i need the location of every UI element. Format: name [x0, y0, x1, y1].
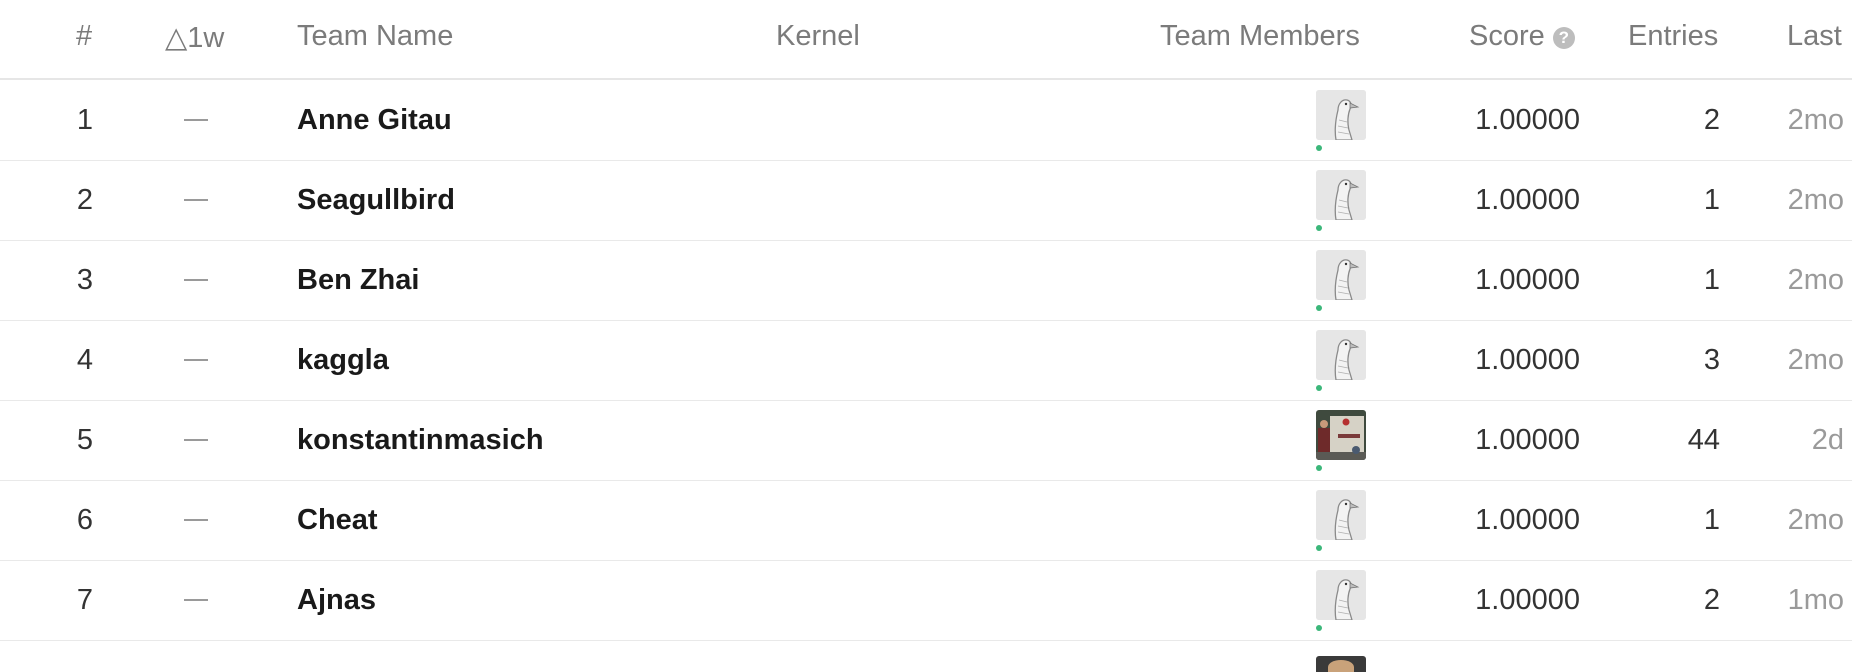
no-change-dash: [184, 279, 208, 281]
online-status-icon: [1316, 225, 1322, 231]
entries-cell: 1: [1703, 184, 1720, 216]
goose-avatar[interactable]: [1316, 250, 1366, 300]
goose-avatar[interactable]: [1316, 330, 1366, 380]
last-submission-cell: 2mo: [1787, 344, 1844, 376]
team-name-link[interactable]: Anne Gitau: [297, 80, 452, 160]
team-members-cell: [1316, 560, 1366, 640]
team-members-column-header[interactable]: Team Members: [1160, 20, 1360, 53]
team-members-cell: [1316, 480, 1366, 560]
online-status-icon: [1316, 465, 1322, 471]
table-row[interactable]: 6 Cheat 1.00000 1 2mo: [0, 480, 1852, 561]
online-status-icon: [1316, 145, 1322, 151]
team-members-cell: [1316, 320, 1366, 400]
table-row[interactable]: 3 Ben Zhai 1.00000 1 2mo: [0, 240, 1852, 321]
team-name-link[interactable]: Ajnas: [297, 560, 376, 640]
entries-cell: 2: [1703, 104, 1720, 136]
online-status-icon: [1316, 385, 1322, 391]
table-row[interactable]: 4 kaggla 1.00000 3 2mo: [0, 320, 1852, 401]
no-change-dash: [184, 599, 208, 601]
rank-cell: 7: [76, 584, 94, 616]
kernel-column-header[interactable]: Kernel: [776, 20, 860, 53]
delta-cell: [180, 560, 212, 640]
entries-column-header[interactable]: Entries: [1628, 20, 1718, 53]
team-name-link[interactable]: kaggla: [297, 320, 389, 400]
table-row[interactable]: 2 Seagullbird 1.00000 1 2mo: [0, 160, 1852, 241]
help-icon[interactable]: ?: [1552, 27, 1575, 49]
score-cell: 1.00000: [1475, 504, 1580, 536]
rank-column-header[interactable]: #: [76, 20, 92, 53]
score-cell: 1.00000: [1475, 584, 1580, 616]
team-name-link[interactable]: Ben Zhai: [297, 240, 419, 320]
last-submission-cell: 2mo: [1787, 184, 1844, 216]
goose-avatar[interactable]: [1316, 170, 1366, 220]
delta-cell: [180, 240, 212, 320]
team-name-link[interactable]: Seagullbird: [297, 160, 455, 240]
goose-avatar[interactable]: [1316, 90, 1366, 140]
last-submission-cell: 2mo: [1787, 104, 1844, 136]
leaderboard: # △1w Team Name Kernel Team Members Scor…: [0, 0, 1852, 672]
team-name-column-header[interactable]: Team Name: [297, 20, 453, 53]
online-status-icon: [1316, 305, 1322, 311]
partial-avatar: [1316, 656, 1366, 672]
score-cell: 1.00000: [1475, 184, 1580, 216]
score-cell: 1.00000: [1475, 344, 1580, 376]
no-change-dash: [184, 439, 208, 441]
delta-column-header[interactable]: △1w: [165, 20, 224, 55]
no-change-dash: [184, 199, 208, 201]
delta-cell: [180, 160, 212, 240]
score-cell: 1.00000: [1475, 424, 1580, 456]
last-submission-cell: 1mo: [1787, 584, 1844, 616]
no-change-dash: [184, 359, 208, 361]
rank-cell: 2: [76, 184, 94, 216]
team-members-cell: [1316, 400, 1366, 480]
entries-cell: 44: [1687, 424, 1720, 456]
rank-cell: 5: [76, 424, 94, 456]
team-name-link[interactable]: konstantinmasich: [297, 400, 544, 480]
delta-cell: [180, 80, 212, 160]
online-status-icon: [1316, 625, 1322, 631]
last-submission-cell: 2mo: [1787, 264, 1844, 296]
score-cell: 1.00000: [1475, 104, 1580, 136]
rank-cell: 1: [76, 104, 94, 136]
delta-cell: [180, 320, 212, 400]
table-row[interactable]: 7 Ajnas 1.00000 2 1mo: [0, 560, 1852, 641]
last-column-header[interactable]: Last: [1787, 20, 1842, 53]
goose-avatar[interactable]: [1316, 570, 1366, 620]
team-members-cell: [1316, 80, 1366, 160]
rank-cell: 6: [76, 504, 94, 536]
no-change-dash: [184, 519, 208, 521]
score-header-label: Score: [1469, 20, 1545, 52]
photo-avatar[interactable]: [1316, 410, 1366, 460]
rank-cell: 3: [76, 264, 94, 296]
entries-cell: 3: [1703, 344, 1720, 376]
team-members-cell: [1316, 240, 1366, 320]
entries-cell: 1: [1703, 264, 1720, 296]
last-submission-cell: 2mo: [1787, 504, 1844, 536]
entries-cell: 1: [1703, 504, 1720, 536]
goose-avatar[interactable]: [1316, 490, 1366, 540]
delta-cell: [180, 480, 212, 560]
last-submission-cell: 2d: [1811, 424, 1844, 456]
table-row[interactable]: 1 Anne Gitau 1.00000 2 2mo: [0, 80, 1852, 161]
team-name-link[interactable]: Cheat: [297, 480, 378, 560]
online-status-icon: [1316, 545, 1322, 551]
leaderboard-header: # △1w Team Name Kernel Team Members Scor…: [0, 0, 1852, 80]
table-row[interactable]: 5 konstantinmasich 1.00000 44 2d: [0, 400, 1852, 481]
score-column-header[interactable]: Score?: [1469, 20, 1575, 53]
score-cell: 1.00000: [1475, 264, 1580, 296]
delta-cell: [180, 400, 212, 480]
rank-cell: 4: [76, 344, 94, 376]
team-members-cell: [1316, 160, 1366, 240]
no-change-dash: [184, 119, 208, 121]
entries-cell: 2: [1703, 584, 1720, 616]
